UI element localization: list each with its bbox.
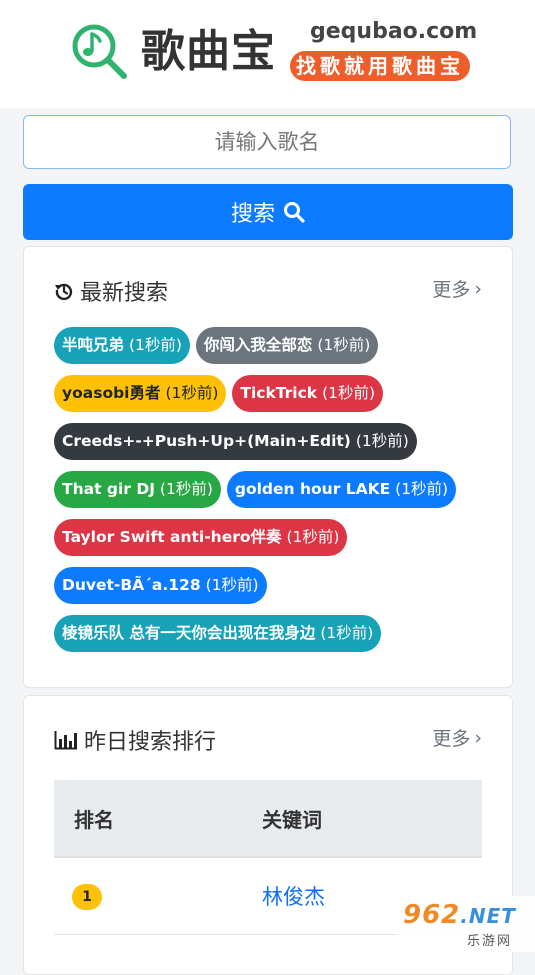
rank-keyword-link[interactable]: 林俊杰 — [262, 885, 325, 909]
recent-more-link[interactable]: 更多 › — [432, 275, 482, 302]
bar-chart-icon — [54, 731, 77, 750]
search-button[interactable]: 搜索 — [23, 184, 513, 240]
recent-tag[interactable]: golden hour LAKE (1秒前) — [226, 471, 457, 508]
ranking-more-link[interactable]: 更多 › — [432, 724, 482, 751]
recent-tags-list: 半吨兄弟 (1秒前) 你闯入我全部恋 (1秒前) yoasobi勇者 (1秒前)… — [54, 327, 494, 663]
recent-tag[interactable]: 半吨兄弟 (1秒前) — [54, 327, 190, 364]
column-header-keyword: 关键词 — [261, 780, 482, 858]
history-icon — [55, 283, 73, 301]
recent-tag[interactable]: Taylor Swift anti-hero伴奏 (1秒前) — [54, 519, 348, 556]
recent-tag[interactable]: Creeds+-+Push+Up+(Main+Edit) (1秒前) — [54, 423, 417, 460]
recent-searches-title: 最新搜索 — [54, 275, 168, 307]
recent-searches-card: 最新搜索 更多 › 半吨兄弟 (1秒前) 你闯入我全部恋 (1秒前) yoaso… — [23, 246, 513, 688]
recent-tag[interactable]: TickTrick (1秒前) — [232, 375, 384, 412]
search-input[interactable] — [23, 115, 511, 169]
chevron-right-icon: › — [474, 277, 482, 300]
chevron-right-icon: › — [474, 726, 482, 749]
search-icon — [284, 202, 305, 223]
ranking-header-row: 排名 关键词 — [54, 780, 482, 858]
site-header: 歌曲宝 gequbao.com 找歌就用歌曲宝 — [0, 0, 535, 108]
recent-tag[interactable]: Duvet-BÃ´a.128 (1秒前) — [54, 567, 267, 604]
recent-tag[interactable]: 你闯入我全部恋 (1秒前) — [195, 327, 379, 364]
recent-tag[interactable]: yoasobi勇者 (1秒前) — [54, 375, 227, 412]
rank-badge: 1 — [72, 884, 102, 910]
site-logo-name[interactable]: 歌曲宝 — [141, 22, 276, 82]
recent-tag[interactable]: That gir DJ (1秒前) — [54, 471, 221, 508]
watermark-logo: 962.NET 乐游网 — [397, 896, 535, 952]
search-button-label: 搜索 — [230, 202, 275, 227]
music-search-logo-icon — [72, 24, 127, 79]
recent-tag[interactable]: 棱镜乐队 总有一天你会出现在我身边 (1秒前) — [54, 615, 382, 652]
site-slogan-badge: 找歌就用歌曲宝 — [290, 51, 470, 81]
column-header-rank: 排名 — [54, 780, 261, 858]
ranking-title: 昨日搜索排行 — [54, 724, 216, 756]
site-domain: gequbao.com — [310, 19, 478, 44]
